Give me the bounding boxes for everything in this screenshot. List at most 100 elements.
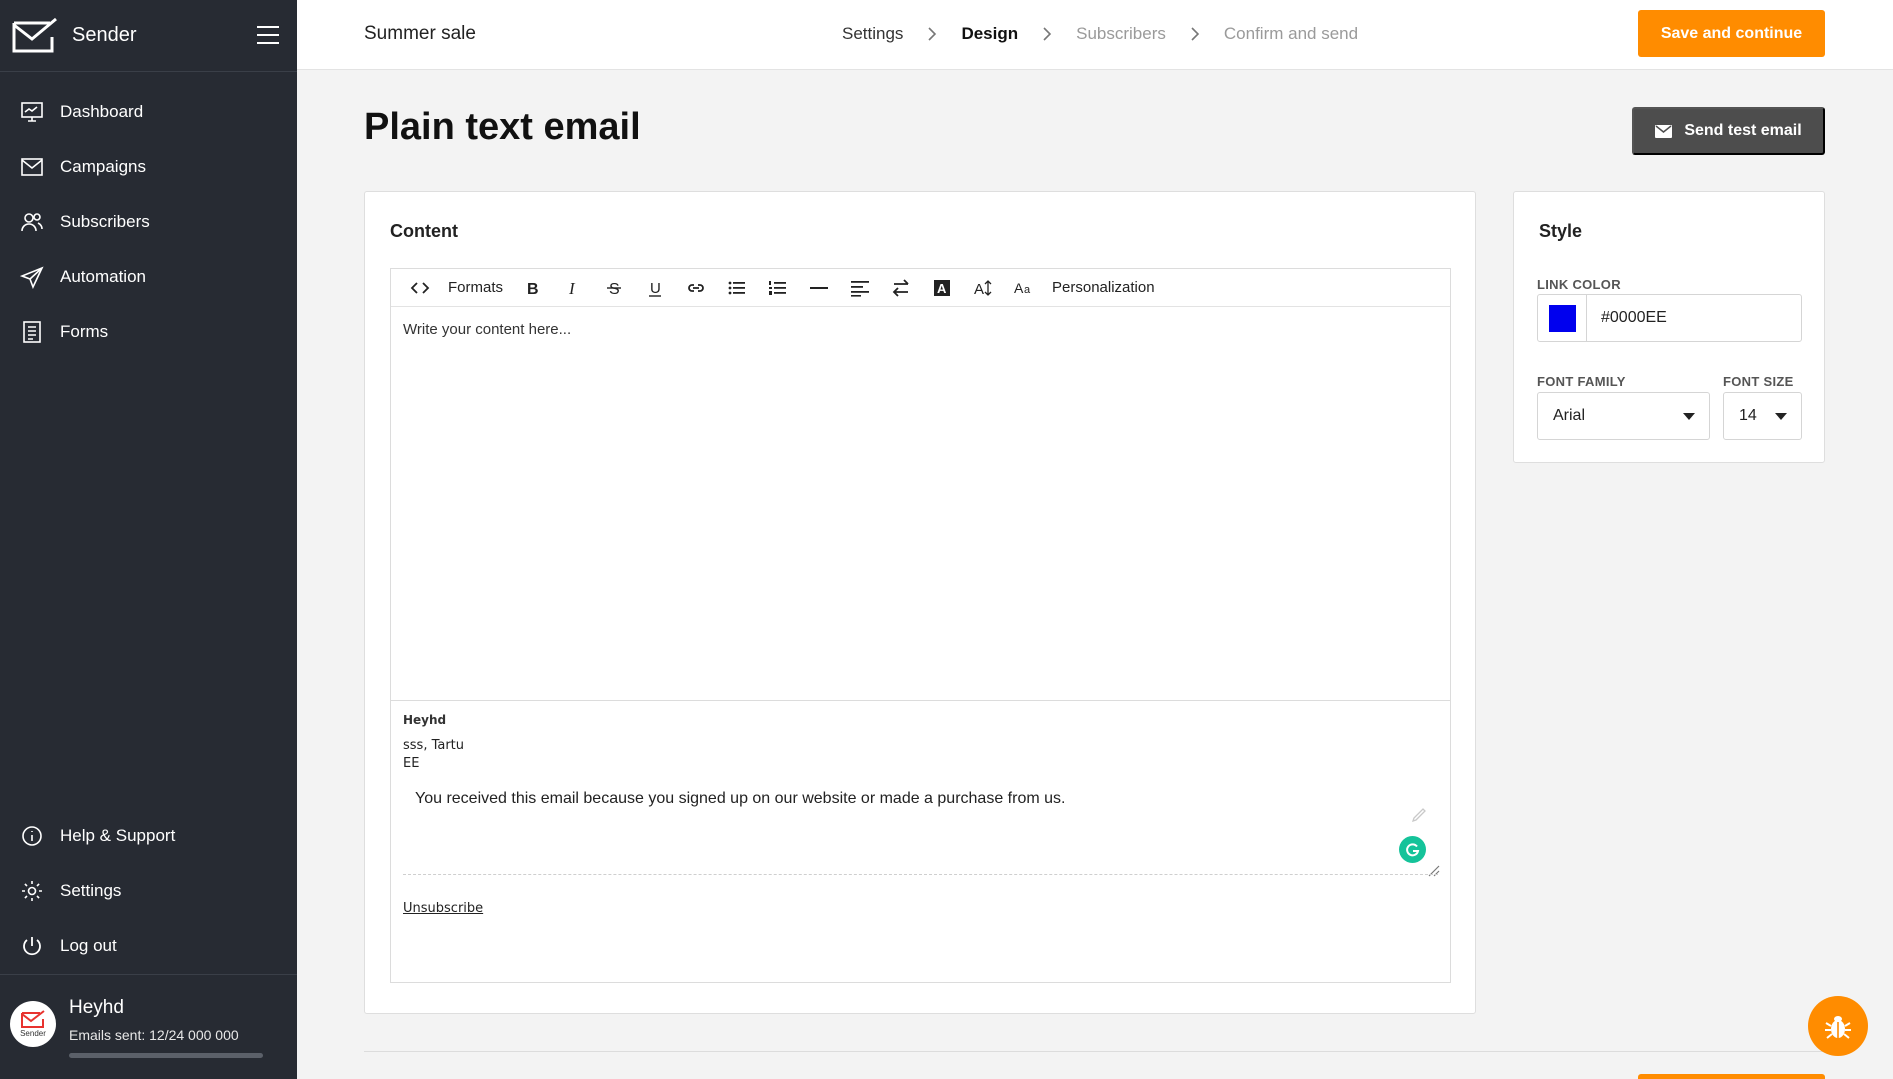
source-code-button[interactable]	[399, 269, 440, 307]
dashboard-icon	[21, 101, 43, 122]
horizontal-rule-button[interactable]	[798, 269, 839, 307]
font-family-label: FONT FAMILY	[1537, 374, 1626, 389]
font-family-button[interactable]: Aa	[1003, 269, 1044, 307]
avatar-label: Sender	[20, 1029, 46, 1038]
send-test-email-button[interactable]: Send test email	[1632, 107, 1825, 155]
horizontal-rule-icon	[809, 286, 828, 289]
chevron-right-icon	[1043, 27, 1052, 41]
content-card-title: Content	[390, 221, 458, 241]
formats-dropdown[interactable]: Formats	[440, 269, 511, 307]
font-size-value: 14	[1739, 407, 1757, 424]
svg-text:B: B	[527, 281, 539, 298]
step-settings[interactable]: Settings	[842, 24, 903, 44]
personalization-dropdown[interactable]: Personalization	[1044, 269, 1163, 307]
svg-text:a: a	[1024, 284, 1031, 296]
link-color-value[interactable]: #0000EE	[1601, 309, 1667, 327]
content-editor-area[interactable]: Write your content here...	[391, 307, 1450, 700]
bold-button[interactable]: B	[511, 269, 552, 307]
menu-toggle-icon[interactable]	[257, 26, 279, 44]
sidebar-item-label: Subscribers	[60, 211, 150, 231]
step-subscribers[interactable]: Subscribers	[1076, 24, 1166, 44]
style-card: Style LINK COLOR #0000EE FONT FAMILY FON…	[1513, 191, 1825, 463]
italic-button[interactable]: I	[552, 269, 593, 307]
numbered-list-icon	[768, 280, 786, 295]
avatar[interactable]: Sender	[10, 1001, 56, 1047]
sender-logo-icon[interactable]	[12, 17, 58, 55]
swap-direction-icon	[892, 278, 909, 297]
envelope-icon	[21, 157, 43, 176]
footer-address-line1: sss, Tartu	[403, 738, 465, 753]
bullet-list-button[interactable]	[716, 269, 757, 307]
brand-name: Sender	[72, 24, 137, 46]
secondary-nav: Help & Support Settings Log out	[0, 808, 297, 973]
sidebar-item-dashboard[interactable]: Dashboard	[0, 84, 297, 139]
form-icon	[23, 320, 41, 343]
campaign-title: Summer sale	[364, 23, 476, 44]
footer-address: sss, Tartu EE	[403, 737, 1438, 773]
emails-usage-bar	[69, 1053, 263, 1058]
color-picker-button[interactable]	[1538, 295, 1587, 341]
bullet-list-icon	[728, 281, 745, 294]
send-test-email-label: Send test email	[1684, 122, 1802, 139]
users-icon	[21, 212, 43, 231]
save-continue-button[interactable]: Save and continue	[1638, 10, 1825, 57]
topbar: Summer sale Settings Design Subscribers …	[297, 0, 1893, 70]
emails-sent-count: Emails sent: 12/24 000 000	[69, 1027, 239, 1043]
font-size-button[interactable]: A	[962, 269, 1003, 307]
footer-note[interactable]: You received this email because you sign…	[415, 790, 1438, 808]
text-direction-button[interactable]	[880, 269, 921, 307]
font-family-icon: Aa	[1014, 280, 1031, 296]
step-confirm-send[interactable]: Confirm and send	[1224, 24, 1358, 44]
sidebar-item-logout[interactable]: Log out	[0, 918, 297, 973]
style-card-title: Style	[1539, 221, 1583, 241]
step-design[interactable]: Design	[961, 24, 1018, 44]
text-color-icon: A	[933, 279, 950, 296]
bold-icon: B	[527, 281, 539, 298]
bottom-save-button[interactable]	[1638, 1074, 1825, 1079]
email-footer[interactable]: Heyhd sss, Tartu EE You received this em…	[391, 700, 1450, 983]
wizard-steps: Settings Design Subscribers Confirm and …	[842, 24, 1358, 44]
grammarly-icon[interactable]	[1399, 836, 1426, 863]
font-size-select[interactable]: 14	[1723, 392, 1802, 440]
link-color-label: LINK COLOR	[1537, 277, 1621, 292]
sidebar-item-automation[interactable]: Automation	[0, 249, 297, 304]
font-size-label: FONT SIZE	[1723, 374, 1794, 389]
svg-text:S: S	[609, 281, 620, 298]
font-size-icon: A	[974, 279, 991, 298]
paper-plane-icon	[20, 266, 44, 289]
sidebar-header: Sender	[0, 0, 297, 72]
user-panel: Sender Heyhd Emails sent: 12/24 000 000	[0, 974, 297, 1079]
footer-sender-name: Heyhd	[403, 713, 447, 727]
link-color-field[interactable]: #0000EE	[1537, 294, 1802, 342]
numbered-list-button[interactable]	[757, 269, 798, 307]
sidebar-item-help[interactable]: Help & Support	[0, 808, 297, 863]
content-card: Content Formats B I S U A A Aa Personali…	[364, 191, 1476, 1014]
sidebar-item-campaigns[interactable]: Campaigns	[0, 139, 297, 194]
sidebar-item-label: Dashboard	[60, 101, 144, 121]
sidebar-item-label: Forms	[60, 321, 109, 341]
text-color-button[interactable]: A	[921, 269, 962, 307]
sidebar-item-subscribers[interactable]: Subscribers	[0, 194, 297, 249]
chevron-right-icon	[1191, 27, 1200, 41]
svg-text:A: A	[1014, 280, 1024, 296]
footer-address-line2: EE	[403, 756, 420, 771]
link-button[interactable]	[675, 269, 716, 307]
sidebar-item-forms[interactable]: Forms	[0, 304, 297, 359]
envelope-icon	[1655, 124, 1673, 138]
unsubscribe-link[interactable]: Unsubscribe	[403, 901, 483, 916]
bug-report-button[interactable]	[1808, 996, 1868, 1056]
strikethrough-button[interactable]: S	[593, 269, 634, 307]
underline-button[interactable]: U	[634, 269, 675, 307]
font-family-select[interactable]: Arial	[1537, 392, 1710, 440]
svg-text:I: I	[568, 279, 576, 298]
sidebar-item-settings[interactable]: Settings	[0, 863, 297, 918]
editor-toolbar: Formats B I S U A A Aa Personalization	[391, 269, 1450, 307]
svg-text:U: U	[650, 280, 661, 297]
info-icon	[22, 825, 42, 846]
bug-icon	[1825, 1016, 1851, 1039]
sidebar: Sender Dashboard Campaigns Subscribers A…	[0, 0, 297, 1079]
align-button[interactable]	[839, 269, 880, 307]
page-title: Plain text email	[364, 106, 641, 148]
align-left-icon	[850, 280, 869, 297]
pencil-icon[interactable]	[1411, 807, 1427, 823]
